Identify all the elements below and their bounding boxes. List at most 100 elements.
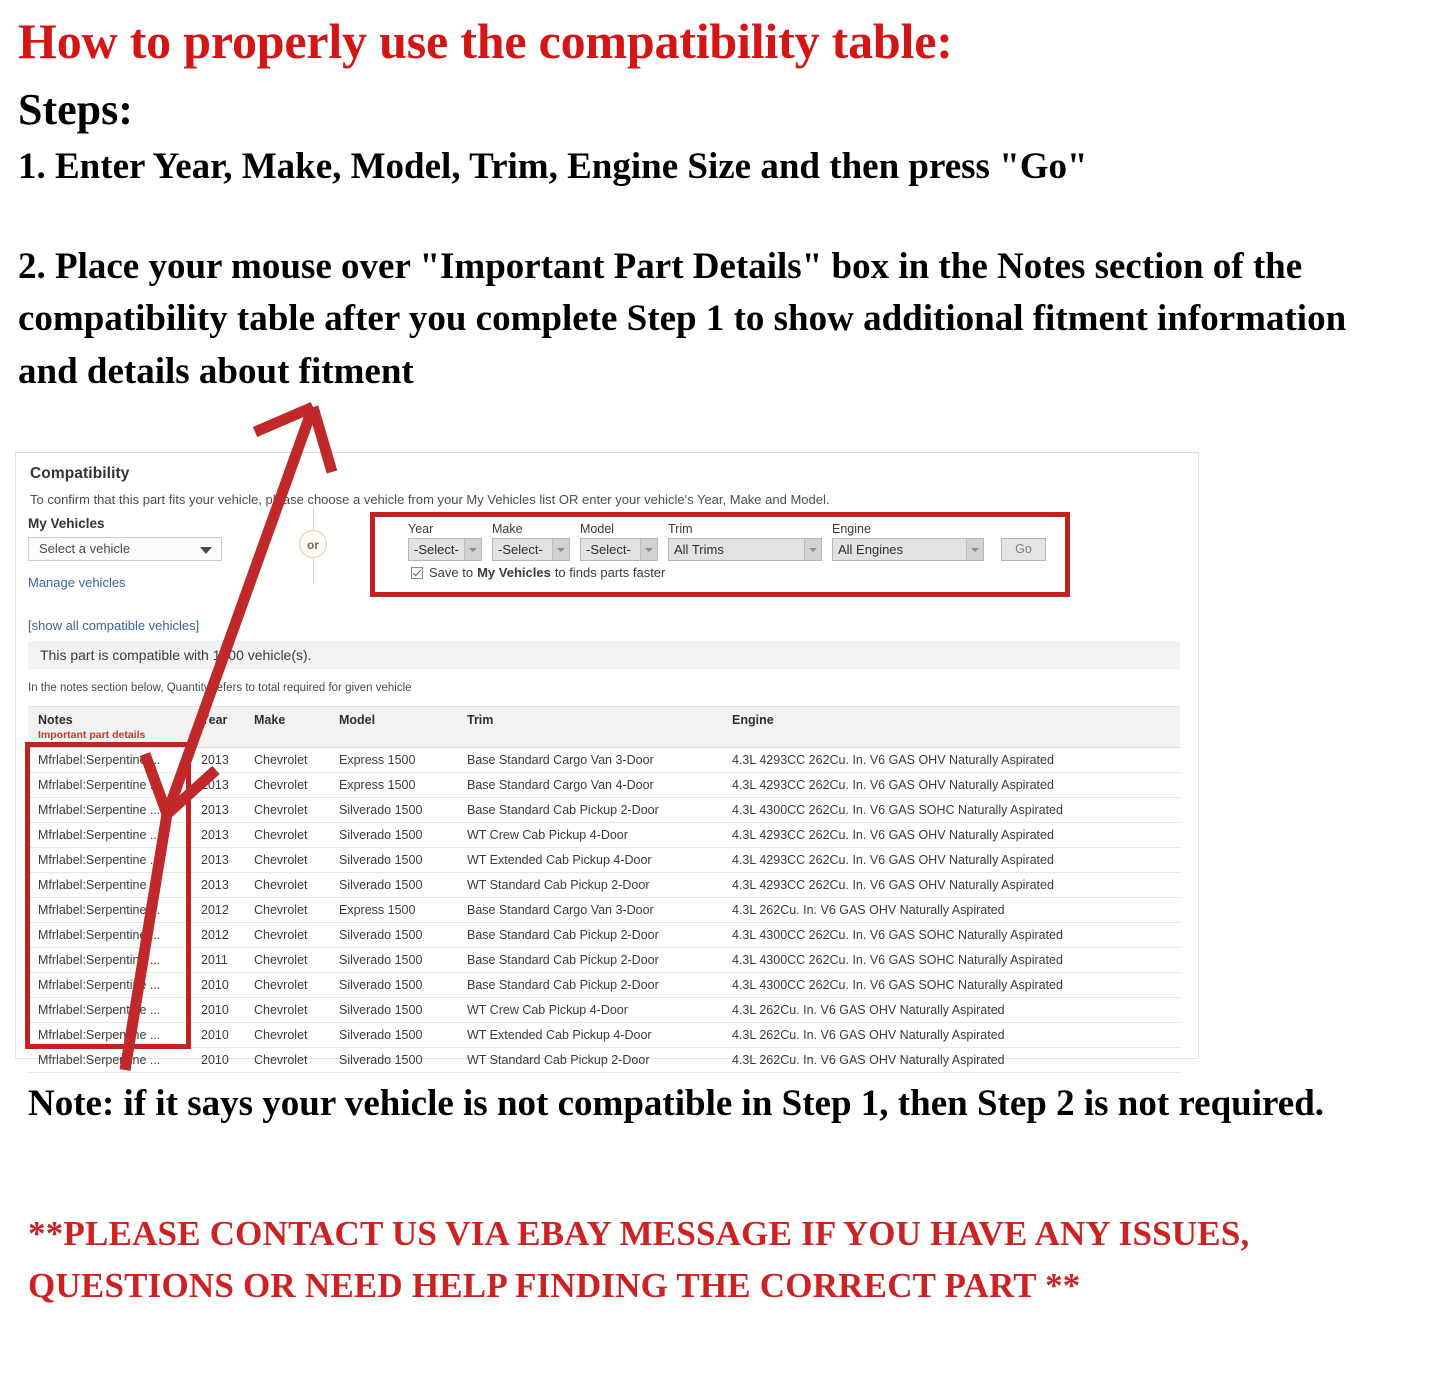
cell-engine: 4.3L 4293CC 262Cu. In. V6 GAS OHV Natura… — [722, 772, 1180, 798]
table-row[interactable]: Mfrlabel:Serpentine ... 2010 Chevrolet Silv… — [28, 1022, 1180, 1048]
cell-model: Silverado 1500 — [329, 847, 457, 873]
cell-model: Express 1500 — [329, 772, 457, 798]
table-row[interactable]: Mfrlabel:Serpentine ... 2013 Chevrolet Silv… — [28, 872, 1180, 898]
cell-make: Chevrolet — [244, 1047, 329, 1073]
year-select[interactable]: -Select- — [408, 538, 482, 561]
cell-model: Silverado 1500 — [329, 972, 457, 998]
steps-label: Steps: — [18, 85, 133, 134]
cell-year: 2013 — [191, 772, 244, 798]
cell-notes: Mfrlabel:Serpentine ... — [28, 897, 191, 923]
table-row[interactable]: Mfrlabel:Serpentine ... 2013 Chevrolet Silv… — [28, 847, 1180, 873]
model-field: Model -Select- — [580, 522, 658, 561]
chevron-down-icon — [640, 539, 657, 560]
compatibility-title: Compatibility — [30, 465, 130, 482]
cell-year: 2010 — [191, 1047, 244, 1073]
cell-engine: 4.3L 262Cu. In. V6 GAS OHV Naturally Asp… — [722, 997, 1180, 1023]
table-row[interactable]: Mfrlabel:Serpentine ... 2010 Chevrolet Silv… — [28, 972, 1180, 998]
cell-make: Chevrolet — [244, 847, 329, 873]
cell-year: 2013 — [191, 847, 244, 873]
or-divider-label: or — [299, 530, 327, 558]
cell-notes: Mfrlabel:Serpentine ... — [28, 747, 191, 773]
compatible-count-bar: This part is compatible with 1000 vehicl… — [28, 641, 1180, 669]
cell-model: Silverado 1500 — [329, 872, 457, 898]
notes-quantity-hint: In the notes section below, Quantity ref… — [28, 682, 412, 694]
cell-notes: Mfrlabel:Serpentine ... — [28, 947, 191, 973]
make-label: Make — [492, 522, 523, 536]
cell-make: Chevrolet — [244, 972, 329, 998]
header-make: Make — [244, 706, 329, 748]
cell-model: Silverado 1500 — [329, 997, 457, 1023]
cell-notes: Mfrlabel:Serpentine ... — [28, 822, 191, 848]
cell-make: Chevrolet — [244, 872, 329, 898]
cell-year: 2013 — [191, 872, 244, 898]
cell-model: Silverado 1500 — [329, 922, 457, 948]
cell-notes: Mfrlabel:Serpentine ... — [28, 1022, 191, 1048]
chevron-down-icon — [804, 539, 821, 560]
cell-model: Silverado 1500 — [329, 797, 457, 823]
cell-engine: 4.3L 262Cu. In. V6 GAS OHV Naturally Asp… — [722, 1022, 1180, 1048]
compatibility-subtitle: To confirm that this part fits your vehi… — [30, 492, 830, 507]
cell-trim: WT Crew Cab Pickup 4-Door — [457, 997, 722, 1023]
table-row[interactable]: Mfrlabel:Serpentine ... 2013 Chevrolet Expr… — [28, 747, 1180, 773]
make-field: Make -Select- — [492, 522, 570, 561]
save-text-bold: My Vehicles — [477, 565, 551, 580]
cell-trim: Base Standard Cab Pickup 2-Door — [457, 797, 722, 823]
cell-engine: 4.3L 4293CC 262Cu. In. V6 GAS OHV Natura… — [722, 847, 1180, 873]
cell-year: 2013 — [191, 797, 244, 823]
table-row[interactable]: Mfrlabel:Serpentine ... 2013 Chevrolet Expr… — [28, 772, 1180, 798]
table-row[interactable]: Mfrlabel:Serpentine ... 2012 Chevrolet Silv… — [28, 922, 1180, 948]
save-text-after: to finds parts faster — [554, 565, 666, 580]
cell-make: Chevrolet — [244, 922, 329, 948]
cell-trim: WT Extended Cab Pickup 4-Door — [457, 847, 722, 873]
model-select[interactable]: -Select- — [580, 538, 658, 561]
compatibility-header: Compatibility To confirm that this part … — [30, 465, 1192, 507]
engine-label: Engine — [832, 522, 871, 536]
trim-select-value: All Trims — [674, 542, 724, 557]
cell-year: 2012 — [191, 897, 244, 923]
save-to-my-vehicles-row[interactable]: Save to My Vehicles to finds parts faste… — [411, 565, 665, 580]
chevron-down-icon — [464, 539, 481, 560]
cell-notes: Mfrlabel:Serpentine ... — [28, 922, 191, 948]
go-button[interactable]: Go — [1001, 538, 1046, 561]
table-row[interactable]: Mfrlabel:Serpentine ... 2011 Chevrolet Silv… — [28, 947, 1180, 973]
header-year: Year — [191, 706, 244, 748]
cell-model: Express 1500 — [329, 897, 457, 923]
engine-select[interactable]: All Engines — [832, 538, 984, 561]
manage-vehicles-link[interactable]: Manage vehicles — [28, 575, 328, 590]
step-2-text: 2. Place your mouse over "Important Part… — [18, 245, 1347, 392]
save-vehicle-checkbox[interactable] — [411, 566, 423, 579]
save-text-before: Save to — [429, 565, 474, 580]
cell-trim: Base Standard Cab Pickup 2-Door — [457, 947, 722, 973]
make-select[interactable]: -Select- — [492, 538, 570, 561]
table-row[interactable]: Mfrlabel:Serpentine ... 2010 Chevrolet Silv… — [28, 997, 1180, 1023]
cell-notes: Mfrlabel:Serpentine ... — [28, 797, 191, 823]
header-notes-label: Notes — [38, 713, 73, 727]
my-vehicles-select[interactable]: Select a vehicle — [28, 537, 222, 561]
cell-model: Express 1500 — [329, 747, 457, 773]
instructions-block: How to properly use the compatibility ta… — [18, 14, 1418, 399]
cell-notes: Mfrlabel:Serpentine ... — [28, 872, 191, 898]
cell-make: Chevrolet — [244, 822, 329, 848]
cell-model: Silverado 1500 — [329, 1047, 457, 1073]
table-row[interactable]: Mfrlabel:Serpentine ... 2013 Chevrolet Silv… — [28, 797, 1180, 823]
cell-year: 2011 — [191, 947, 244, 973]
chevron-down-icon — [552, 539, 569, 560]
trim-select[interactable]: All Trims — [668, 538, 822, 561]
cell-notes: Mfrlabel:Serpentine ... — [28, 972, 191, 998]
table-header-row: Notes Important part details Year Make M… — [28, 706, 1180, 748]
cell-make: Chevrolet — [244, 947, 329, 973]
cell-engine: 4.3L 4293CC 262Cu. In. V6 GAS OHV Natura… — [722, 747, 1180, 773]
contact-text: **PLEASE CONTACT US VIA EBAY MESSAGE IF … — [28, 1214, 1250, 1305]
table-row[interactable]: Mfrlabel:Serpentine ... 2010 Chevrolet Silv… — [28, 1047, 1180, 1073]
note-text: Note: if it says your vehicle is not com… — [28, 1083, 1325, 1124]
cell-engine: 4.3L 262Cu. In. V6 GAS OHV Naturally Asp… — [722, 1047, 1180, 1073]
cell-make: Chevrolet — [244, 797, 329, 823]
cell-trim: Base Standard Cargo Van 3-Door — [457, 747, 722, 773]
cell-year: 2013 — [191, 822, 244, 848]
or-divider: or — [299, 508, 329, 584]
show-all-compatible-vehicles-link[interactable]: [show all compatible vehicles] — [28, 618, 328, 633]
cell-make: Chevrolet — [244, 747, 329, 773]
table-row[interactable]: Mfrlabel:Serpentine ... 2012 Chevrolet Expr… — [28, 897, 1180, 923]
table-row[interactable]: Mfrlabel:Serpentine ... 2013 Chevrolet Silv… — [28, 822, 1180, 848]
cell-trim: WT Crew Cab Pickup 4-Door — [457, 822, 722, 848]
